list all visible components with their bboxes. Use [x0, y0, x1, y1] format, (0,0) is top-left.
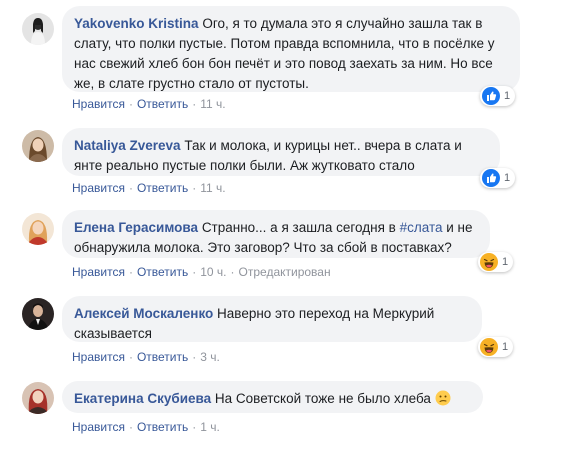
avatar[interactable]	[22, 298, 54, 330]
separator: ·	[192, 420, 197, 434]
timestamp[interactable]: 1 ч.	[200, 420, 220, 434]
separator: ·	[230, 265, 235, 279]
reply-button[interactable]: Ответить	[137, 265, 188, 279]
avatar[interactable]	[22, 130, 54, 162]
profile-photo-icon	[22, 130, 54, 162]
timestamp[interactable]: 3 ч.	[200, 350, 220, 364]
reaction-count[interactable]: 1	[480, 168, 516, 188]
reaction-count[interactable]: 1	[480, 86, 516, 106]
comment-actions: Нравится · Ответить · 3 ч.	[72, 350, 220, 364]
separator: ·	[192, 350, 197, 364]
reaction-number: 1	[502, 341, 509, 353]
reaction-number: 1	[502, 256, 509, 268]
separator: ·	[128, 350, 133, 364]
confused-face-icon	[435, 390, 451, 406]
reaction-count[interactable]: 1	[478, 337, 514, 357]
comment-bubble: Алексей Москаленко Наверно это переход н…	[62, 296, 482, 342]
haha-icon	[480, 253, 498, 271]
avatar[interactable]	[22, 13, 54, 45]
reply-button[interactable]: Ответить	[137, 350, 188, 364]
like-button[interactable]: Нравится	[72, 350, 125, 364]
timestamp[interactable]: 11 ч.	[200, 97, 225, 111]
like-button[interactable]: Нравится	[72, 420, 125, 434]
avatar[interactable]	[22, 213, 54, 245]
separator: ·	[192, 265, 197, 279]
hashtag-link[interactable]: #слата	[400, 220, 443, 235]
reaction-number: 1	[504, 172, 511, 184]
profile-photo-icon	[22, 213, 54, 245]
edited-label[interactable]: Отредактирован	[239, 265, 331, 279]
comment-actions: Нравится · Ответить · 11 ч.	[72, 181, 226, 195]
comment-author[interactable]: Елена Герасимова	[74, 220, 198, 235]
profile-photo-icon	[22, 298, 54, 330]
comment-bubble: Елена Герасимова Странно... а я зашла се…	[62, 210, 490, 258]
reaction-count[interactable]: 1	[478, 252, 514, 272]
comment-text-start: Странно... а я зашла сегодня в	[201, 220, 400, 235]
separator: ·	[128, 420, 133, 434]
separator: ·	[128, 181, 133, 195]
avatar[interactable]	[22, 382, 54, 414]
comment-author[interactable]: Екатерина Скубиева	[74, 391, 211, 406]
separator: ·	[192, 181, 197, 195]
comment-bubble: Екатерина Скубиева На Советской тоже не …	[62, 381, 483, 413]
reply-button[interactable]: Ответить	[137, 97, 188, 111]
separator: ·	[128, 97, 133, 111]
comment-bubble: Yakovenko Kristina Ого, я то думала это …	[62, 6, 520, 92]
like-button[interactable]: Нравится	[72, 181, 125, 195]
profile-photo-icon	[22, 13, 54, 45]
comment-bubble: Nataliya Zvereva Так и молока, и курицы …	[62, 128, 500, 176]
timestamp[interactable]: 11 ч.	[200, 181, 225, 195]
comment-author[interactable]: Yakovenko Kristina	[74, 16, 199, 31]
timestamp[interactable]: 10 ч.	[200, 265, 226, 279]
profile-photo-icon	[22, 382, 54, 414]
comment-author[interactable]: Nataliya Zvereva	[74, 138, 181, 153]
reply-button[interactable]: Ответить	[137, 420, 188, 434]
haha-icon	[480, 338, 498, 356]
reaction-number: 1	[504, 90, 511, 102]
like-icon	[482, 169, 500, 187]
like-button[interactable]: Нравится	[72, 265, 125, 279]
like-icon	[482, 87, 500, 105]
comment-actions: Нравится · Ответить · 10 ч. · Отредактирован	[72, 265, 331, 279]
comment-actions: Нравится · Ответить · 1 ч.	[72, 420, 220, 434]
comment-author[interactable]: Алексей Москаленко	[74, 306, 213, 321]
reply-button[interactable]: Ответить	[137, 181, 188, 195]
comment-actions: Нравится · Ответить · 11 ч.	[72, 97, 226, 111]
separator: ·	[192, 97, 197, 111]
separator: ·	[128, 265, 133, 279]
comment-text: На Советской тоже не было хлеба	[214, 391, 431, 406]
like-button[interactable]: Нравится	[72, 97, 125, 111]
